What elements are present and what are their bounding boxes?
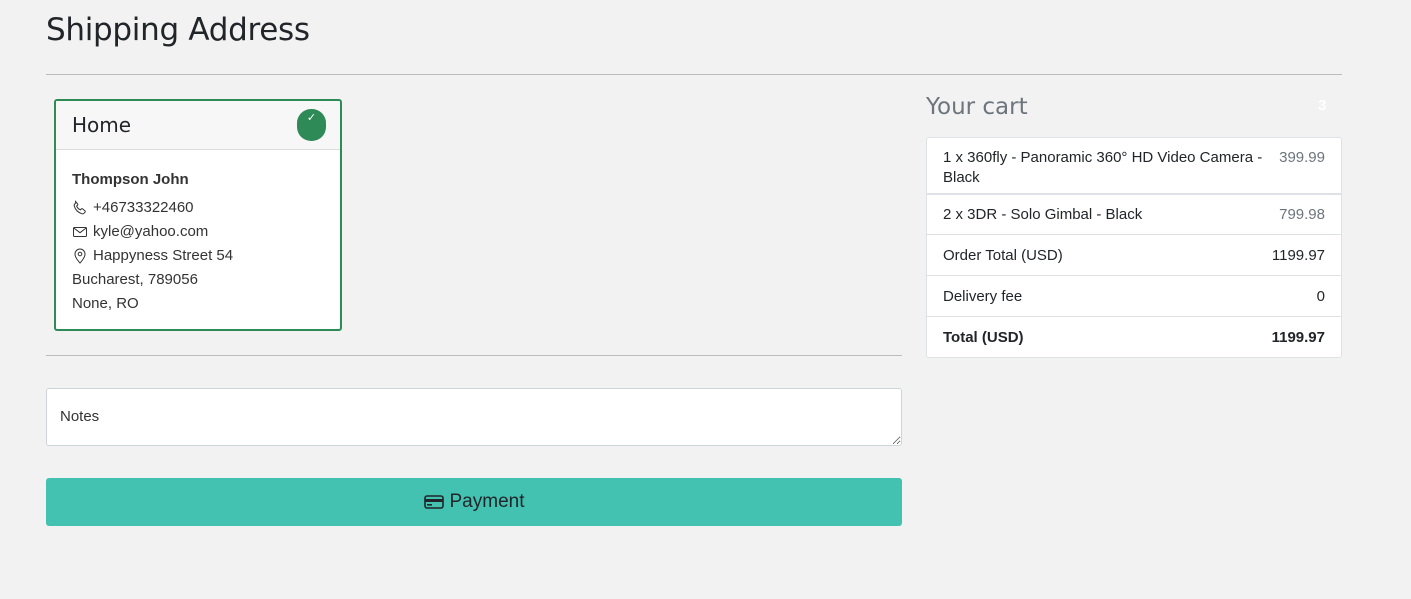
order-total-label: Order Total (USD) <box>943 246 1063 264</box>
address-card-home[interactable]: Home ✓ Thompson John +46733322460 kyle@y… <box>54 99 342 331</box>
address-label: Home <box>72 113 132 137</box>
region-line: None, RO <box>72 295 139 312</box>
envelope-icon <box>72 224 88 240</box>
middle-divider <box>46 355 902 356</box>
phone-number: +46733322460 <box>93 199 194 216</box>
street-address: Happyness Street 54 <box>93 247 234 264</box>
address-card-header: Home ✓ <box>56 101 340 150</box>
delivery-fee-row: Delivery fee 0 <box>926 276 1342 317</box>
order-total-value: 1199.97 <box>1271 246 1325 264</box>
cart-list: 1 x 360fly - Panoramic 360° HD Video Cam… <box>926 137 1342 358</box>
notes-textarea[interactable] <box>46 388 902 446</box>
email-line: kyle@yahoo.com <box>72 220 324 244</box>
payment-button[interactable]: Payment <box>46 478 902 526</box>
cart-count-badge: 3 <box>1318 97 1327 114</box>
top-divider <box>46 74 1342 75</box>
grand-total-value: 1199.97 <box>1271 328 1325 346</box>
delivery-fee-label: Delivery fee <box>943 287 1023 305</box>
grand-total-label: Total (USD) <box>943 328 1024 346</box>
selected-check-icon: ✓ <box>297 109 326 141</box>
cart-item-name: 2 x 3DR - Solo Gimbal - Black <box>943 206 1143 223</box>
cart-item-price: 799.98 <box>1279 206 1325 223</box>
cart-title: Your cart <box>926 94 1028 120</box>
phone-icon <box>72 200 88 216</box>
grand-total-row: Total (USD) 1199.97 <box>926 317 1342 358</box>
order-total-row: Order Total (USD) 1199.97 <box>926 235 1342 276</box>
address-card-body: Thompson John +46733322460 kyle@yahoo.co… <box>56 150 340 316</box>
street-line: Happyness Street 54 <box>72 244 324 268</box>
cart-item-name: 1 x 360fly - Panoramic 360° HD Video Cam… <box>943 149 1263 186</box>
email-address: kyle@yahoo.com <box>93 223 209 240</box>
recipient-name: Thompson John <box>72 171 189 188</box>
credit-card-icon <box>423 494 444 510</box>
payment-button-label: Payment <box>449 491 525 512</box>
phone-line: +46733322460 <box>72 196 324 220</box>
location-pin-icon <box>72 248 88 264</box>
delivery-fee-value: 0 <box>1316 287 1325 305</box>
city-line: Bucharest, 789056 <box>72 271 198 288</box>
cart-item-price: 399.99 <box>1279 149 1325 166</box>
cart-item: 2 x 3DR - Solo Gimbal - Black 799.98 <box>926 194 1342 235</box>
cart-item: 1 x 360fly - Panoramic 360° HD Video Cam… <box>926 137 1342 194</box>
page-title: Shipping Address <box>46 12 310 48</box>
